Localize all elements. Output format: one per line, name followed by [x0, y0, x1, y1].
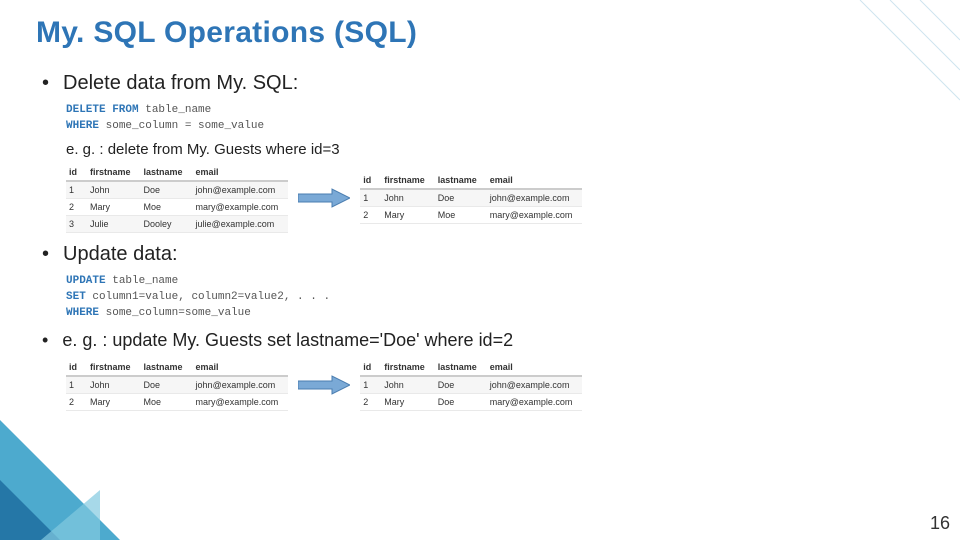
table-header: email — [193, 164, 289, 181]
kw-where: WHERE — [66, 120, 99, 132]
table-row: 2MaryDoemary@example.com — [360, 393, 582, 410]
page-number: 16 — [930, 513, 950, 534]
table-header: lastname — [435, 359, 487, 376]
table-header: lastname — [141, 164, 193, 181]
table-row: 1JohnDoejohn@example.com — [360, 376, 582, 394]
table-before-delete: idfirstnamelastnameemail1JohnDoejohn@exa… — [66, 164, 288, 233]
table-cell: john@example.com — [487, 189, 583, 207]
table-cell: Mary — [381, 393, 435, 410]
table-cell: Mary — [381, 207, 435, 224]
kw-update: UPDATE — [66, 275, 106, 287]
kw-delete-from: DELETE FROM — [66, 104, 139, 116]
table-cell: Doe — [141, 376, 193, 394]
code-text: some_column=some_value — [106, 307, 251, 319]
update-syntax-code: UPDATE table_name SET column1=value, col… — [66, 274, 960, 322]
update-tables-row: idfirstnamelastnameemail1JohnDoejohn@exa… — [66, 359, 960, 411]
table-cell: Doe — [435, 376, 487, 394]
arrow-icon — [298, 187, 350, 209]
bullet-update: Update data: — [42, 243, 960, 266]
table-cell: Doe — [141, 181, 193, 199]
table-cell: 2 — [66, 393, 87, 410]
table-cell: Mary — [87, 198, 141, 215]
kw-set: SET — [66, 291, 86, 303]
update-example-text: e. g. : update My. Guests set lastname='… — [42, 330, 960, 351]
table-cell: 1 — [66, 376, 87, 394]
table-cell: John — [87, 181, 141, 199]
table-cell: john@example.com — [193, 181, 289, 199]
table-cell: julie@example.com — [193, 215, 289, 232]
delete-example-text: e. g. : delete from My. Guests where id=… — [66, 141, 960, 158]
table-header: email — [487, 172, 583, 189]
table-after-delete: idfirstnamelastnameemail1JohnDoejohn@exa… — [360, 172, 582, 224]
table-row: 2MaryMoemary@example.com — [360, 207, 582, 224]
table-row: 2MaryMoemary@example.com — [66, 198, 288, 215]
table-cell: mary@example.com — [193, 393, 289, 410]
table-cell: Mary — [87, 393, 141, 410]
table-cell: mary@example.com — [193, 198, 289, 215]
delete-syntax-code: DELETE FROM table_name WHERE some_column… — [66, 103, 960, 135]
arrow-icon — [298, 374, 350, 396]
bullet-delete: Delete data from My. SQL: — [42, 72, 960, 95]
table-cell: John — [87, 376, 141, 394]
table-cell: 2 — [360, 207, 381, 224]
table-before-update: idfirstnamelastnameemail1JohnDoejohn@exa… — [66, 359, 288, 411]
slide-title: My. SQL Operations (SQL) — [0, 0, 960, 64]
table-header: lastname — [435, 172, 487, 189]
table-cell: John — [381, 189, 435, 207]
table-header: id — [66, 164, 87, 181]
table-header: id — [66, 359, 87, 376]
code-text: some_column = some_value — [106, 120, 264, 132]
table-row: 1JohnDoejohn@example.com — [66, 376, 288, 394]
table-header: firstname — [381, 359, 435, 376]
table-header: id — [360, 359, 381, 376]
code-text: table_name — [145, 104, 211, 116]
table-row: 1JohnDoejohn@example.com — [360, 189, 582, 207]
table-cell: 1 — [360, 376, 381, 394]
table-row: 1JohnDoejohn@example.com — [66, 181, 288, 199]
table-cell: john@example.com — [487, 376, 583, 394]
table-header: firstname — [87, 164, 141, 181]
table-cell: Moe — [141, 198, 193, 215]
table-header: email — [487, 359, 583, 376]
table-cell: 1 — [66, 181, 87, 199]
table-header: id — [360, 172, 381, 189]
table-cell: 3 — [66, 215, 87, 232]
table-row: 3JulieDooleyjulie@example.com — [66, 215, 288, 232]
table-after-update: idfirstnamelastnameemail1JohnDoejohn@exa… — [360, 359, 582, 411]
kw-where: WHERE — [66, 307, 99, 319]
code-text: table_name — [112, 275, 178, 287]
table-cell: John — [381, 376, 435, 394]
table-cell: john@example.com — [193, 376, 289, 394]
table-cell: mary@example.com — [487, 207, 583, 224]
table-cell: Moe — [141, 393, 193, 410]
table-cell: 1 — [360, 189, 381, 207]
table-cell: Doe — [435, 189, 487, 207]
code-text: column1=value, column2=value2, . . . — [92, 291, 330, 303]
table-row: 2MaryMoemary@example.com — [66, 393, 288, 410]
table-cell: 2 — [66, 198, 87, 215]
slide-body: Delete data from My. SQL: DELETE FROM ta… — [0, 72, 960, 411]
table-cell: mary@example.com — [487, 393, 583, 410]
table-header: email — [193, 359, 289, 376]
table-header: firstname — [381, 172, 435, 189]
table-cell: Dooley — [141, 215, 193, 232]
table-header: lastname — [141, 359, 193, 376]
delete-tables-row: idfirstnamelastnameemail1JohnDoejohn@exa… — [66, 164, 960, 233]
table-cell: 2 — [360, 393, 381, 410]
table-cell: Julie — [87, 215, 141, 232]
table-cell: Doe — [435, 393, 487, 410]
table-header: firstname — [87, 359, 141, 376]
table-cell: Moe — [435, 207, 487, 224]
